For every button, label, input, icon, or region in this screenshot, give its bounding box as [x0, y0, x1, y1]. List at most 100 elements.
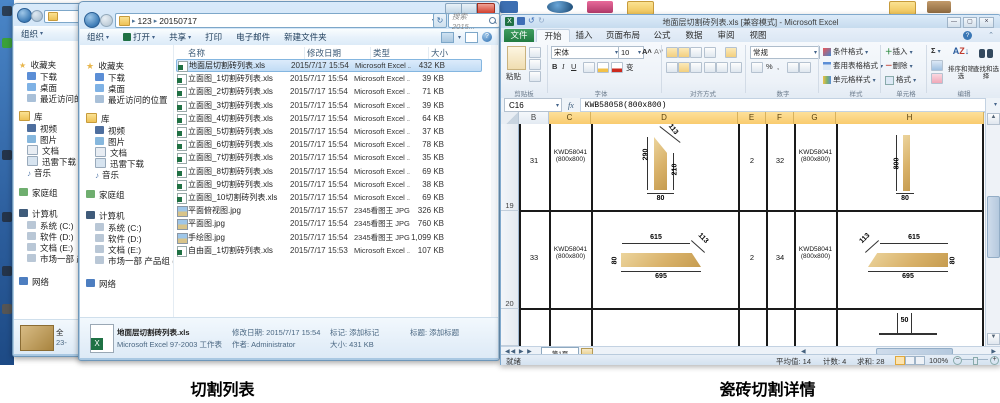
formula-input[interactable]: KWB58058(800x800) — [580, 98, 986, 112]
orientation-icon[interactable] — [704, 47, 716, 58]
organize-button[interactable]: 组织▾ — [14, 26, 50, 41]
file-row[interactable]: 立面图_4切割砖列表.xls 2015/7/17 15:54 Microsoft… — [176, 112, 482, 125]
file-row[interactable]: 地面层切割砖列表.xls 2015/7/17 15:54 Microsoft E… — [176, 59, 482, 72]
organize-button[interactable]: 组织▾ — [80, 29, 116, 45]
desktop-icon[interactable] — [2, 304, 12, 314]
cell-g19[interactable]: KWD58041(800x800) — [796, 149, 835, 164]
desktop-icon[interactable] — [2, 212, 12, 222]
zoom-level[interactable]: 100% — [929, 356, 948, 365]
minimize-ribbon-icon[interactable]: ⌃ — [988, 31, 994, 39]
file-row[interactable]: 立面图_8切割砖列表.xls 2015/7/17 15:54 Microsoft… — [176, 165, 482, 178]
column-name[interactable]: 名称 — [174, 47, 305, 59]
paste-button[interactable]: 粘贴 — [506, 71, 521, 82]
col-header-f[interactable]: F — [766, 112, 794, 124]
sidebar-item[interactable]: 最近访问的位置 — [27, 89, 82, 107]
col-header-h[interactable]: H — [836, 112, 984, 124]
align-center-icon[interactable] — [678, 62, 690, 73]
file-row[interactable]: 平面图.jpg 2015/7/17 15:54 2345看图王 JPG ... … — [176, 217, 482, 230]
col-header-c[interactable]: C — [549, 112, 591, 124]
forward-button[interactable] — [100, 14, 113, 27]
cell-e20[interactable]: 2 — [738, 254, 766, 263]
expand-formula-bar-icon[interactable]: ▾ — [994, 101, 997, 108]
desktop-icon[interactable] — [2, 266, 12, 276]
file-row[interactable]: 立面图_1切割砖列表.xls 2015/7/17 15:54 Microsoft… — [176, 72, 482, 85]
comma-icon[interactable]: , — [777, 62, 779, 71]
explorer-window[interactable]: ▸ 123 ▸ 20150717 ▾ ↻ 搜索 2015... 组织▾ 打开▾ … — [78, 1, 500, 361]
format-cells-button[interactable]: 格式 ▾ — [885, 74, 916, 85]
details-tags[interactable]: 标记: 添加标记 — [330, 327, 379, 338]
print-button[interactable]: 打印 — [198, 29, 229, 45]
share-button[interactable]: 共享▾ — [162, 29, 198, 45]
cell-b19[interactable]: 31 — [519, 157, 549, 166]
cell-e19[interactable]: 2 — [738, 157, 766, 166]
breadcrumb-item[interactable]: 20150717 — [159, 16, 197, 26]
font-color-icon[interactable] — [611, 62, 623, 73]
row-header-21[interactable] — [501, 309, 519, 346]
file-row[interactable]: 立面图_9切割砖列表.xls 2015/7/17 15:54 Microsoft… — [176, 178, 482, 191]
align-right-icon[interactable] — [690, 62, 702, 73]
tab-formulas[interactable]: 公式 — [646, 29, 678, 42]
grow-font-icon[interactable]: A˄ — [642, 47, 652, 56]
cell-c19[interactable]: KWD58041(800x800) — [551, 149, 590, 164]
col-header-e[interactable]: E — [738, 112, 766, 124]
cell-styles-button[interactable]: 单元格样式 ▾ — [823, 74, 876, 85]
vertical-scrollbar[interactable]: ▲ ▼ — [985, 112, 1000, 346]
view-normal-icon[interactable] — [895, 356, 905, 365]
view-layout-icon[interactable] — [905, 356, 915, 365]
desktop-icon[interactable] — [927, 1, 951, 13]
row-header-20[interactable]: 20 — [501, 211, 519, 309]
new-folder-button[interactable]: 新建文件夹 — [277, 29, 334, 45]
sidebar-item-share[interactable]: 市场一部 产品组 (专用) — [95, 251, 174, 269]
sidebar-item-music[interactable]: ♪音乐 — [95, 165, 119, 183]
open-button[interactable]: 打开▾ — [116, 29, 162, 45]
file-row[interactable]: 立面图_10切割砖列表.xls 2015/7/17 15:54 Microsof… — [176, 191, 482, 204]
email-button[interactable]: 电子邮件 — [229, 29, 277, 45]
bold-button[interactable]: B — [552, 62, 557, 71]
conditional-format-button[interactable]: 条件格式 ▾ — [823, 46, 868, 57]
file-row[interactable]: 手绘图.jpg 2015/7/17 15:54 2345看图王 JPG ... … — [176, 230, 482, 243]
autosum-button[interactable]: Σ ▾ — [931, 46, 941, 55]
zoom-in-icon[interactable]: + — [990, 356, 999, 365]
column-date[interactable]: 修改日期 — [305, 47, 371, 59]
paste-icon[interactable] — [507, 46, 526, 70]
tab-view[interactable]: 视图 — [742, 29, 774, 42]
col-header-d[interactable]: D — [591, 112, 738, 124]
folder-icon[interactable] — [889, 1, 916, 15]
borders-icon[interactable] — [583, 62, 595, 73]
sidebar-item[interactable]: 市场一部 产品组 (专用) — [27, 249, 82, 267]
scroll-up-icon[interactable]: ▲ — [987, 113, 1000, 125]
name-box[interactable]: C16▾ — [504, 98, 562, 112]
select-all-corner[interactable] — [501, 112, 519, 124]
delete-cells-button[interactable]: －删除 ▾ — [885, 60, 913, 71]
align-top-icon[interactable] — [666, 47, 678, 58]
sidebar-item-recent[interactable]: 最近访问的位置 — [95, 90, 168, 108]
cell-b20[interactable]: 33 — [519, 254, 549, 263]
preview-pane-button[interactable] — [465, 32, 478, 43]
sidebar-homegroup[interactable]: 家庭组 — [86, 185, 125, 203]
merge-center-icon[interactable] — [730, 62, 742, 73]
help-icon[interactable]: ? — [963, 31, 972, 40]
zoom-out-icon[interactable]: − — [953, 356, 962, 365]
desktop-icon[interactable] — [2, 150, 12, 160]
desktop-icon[interactable] — [587, 1, 613, 13]
file-row[interactable]: 立面图_2切割砖列表.xls 2015/7/17 15:54 Microsoft… — [176, 85, 482, 98]
row-header-19[interactable]: 19 — [501, 124, 519, 211]
align-middle-icon[interactable] — [678, 47, 690, 58]
tab-file[interactable]: 文件 — [504, 29, 534, 42]
find-select-button[interactable]: 查找和选择 — [971, 66, 1000, 80]
sheet-grid[interactable]: 19 20 31 KWD58041(800x800) 2 32 KWD58041… — [501, 124, 985, 346]
cell-f20[interactable]: 34 — [766, 254, 794, 263]
decrease-indent-icon[interactable] — [704, 62, 716, 73]
sidebar-homegroup[interactable]: 家庭组 — [19, 183, 58, 201]
increase-decimal-icon[interactable] — [787, 62, 799, 73]
sidebar-item[interactable]: ♪音乐 — [27, 163, 51, 181]
cell-g20[interactable]: KWD58041(800x800) — [796, 246, 835, 261]
desktop-icon[interactable] — [2, 38, 12, 48]
views-button[interactable] — [441, 32, 454, 43]
copy-icon[interactable] — [529, 59, 541, 70]
fill-button[interactable] — [931, 60, 943, 71]
column-type[interactable]: 类型 — [371, 47, 429, 59]
search-input[interactable]: 搜索 2015... — [448, 13, 500, 28]
tab-data[interactable]: 数据 — [678, 29, 710, 42]
italic-button[interactable]: I — [562, 62, 565, 71]
